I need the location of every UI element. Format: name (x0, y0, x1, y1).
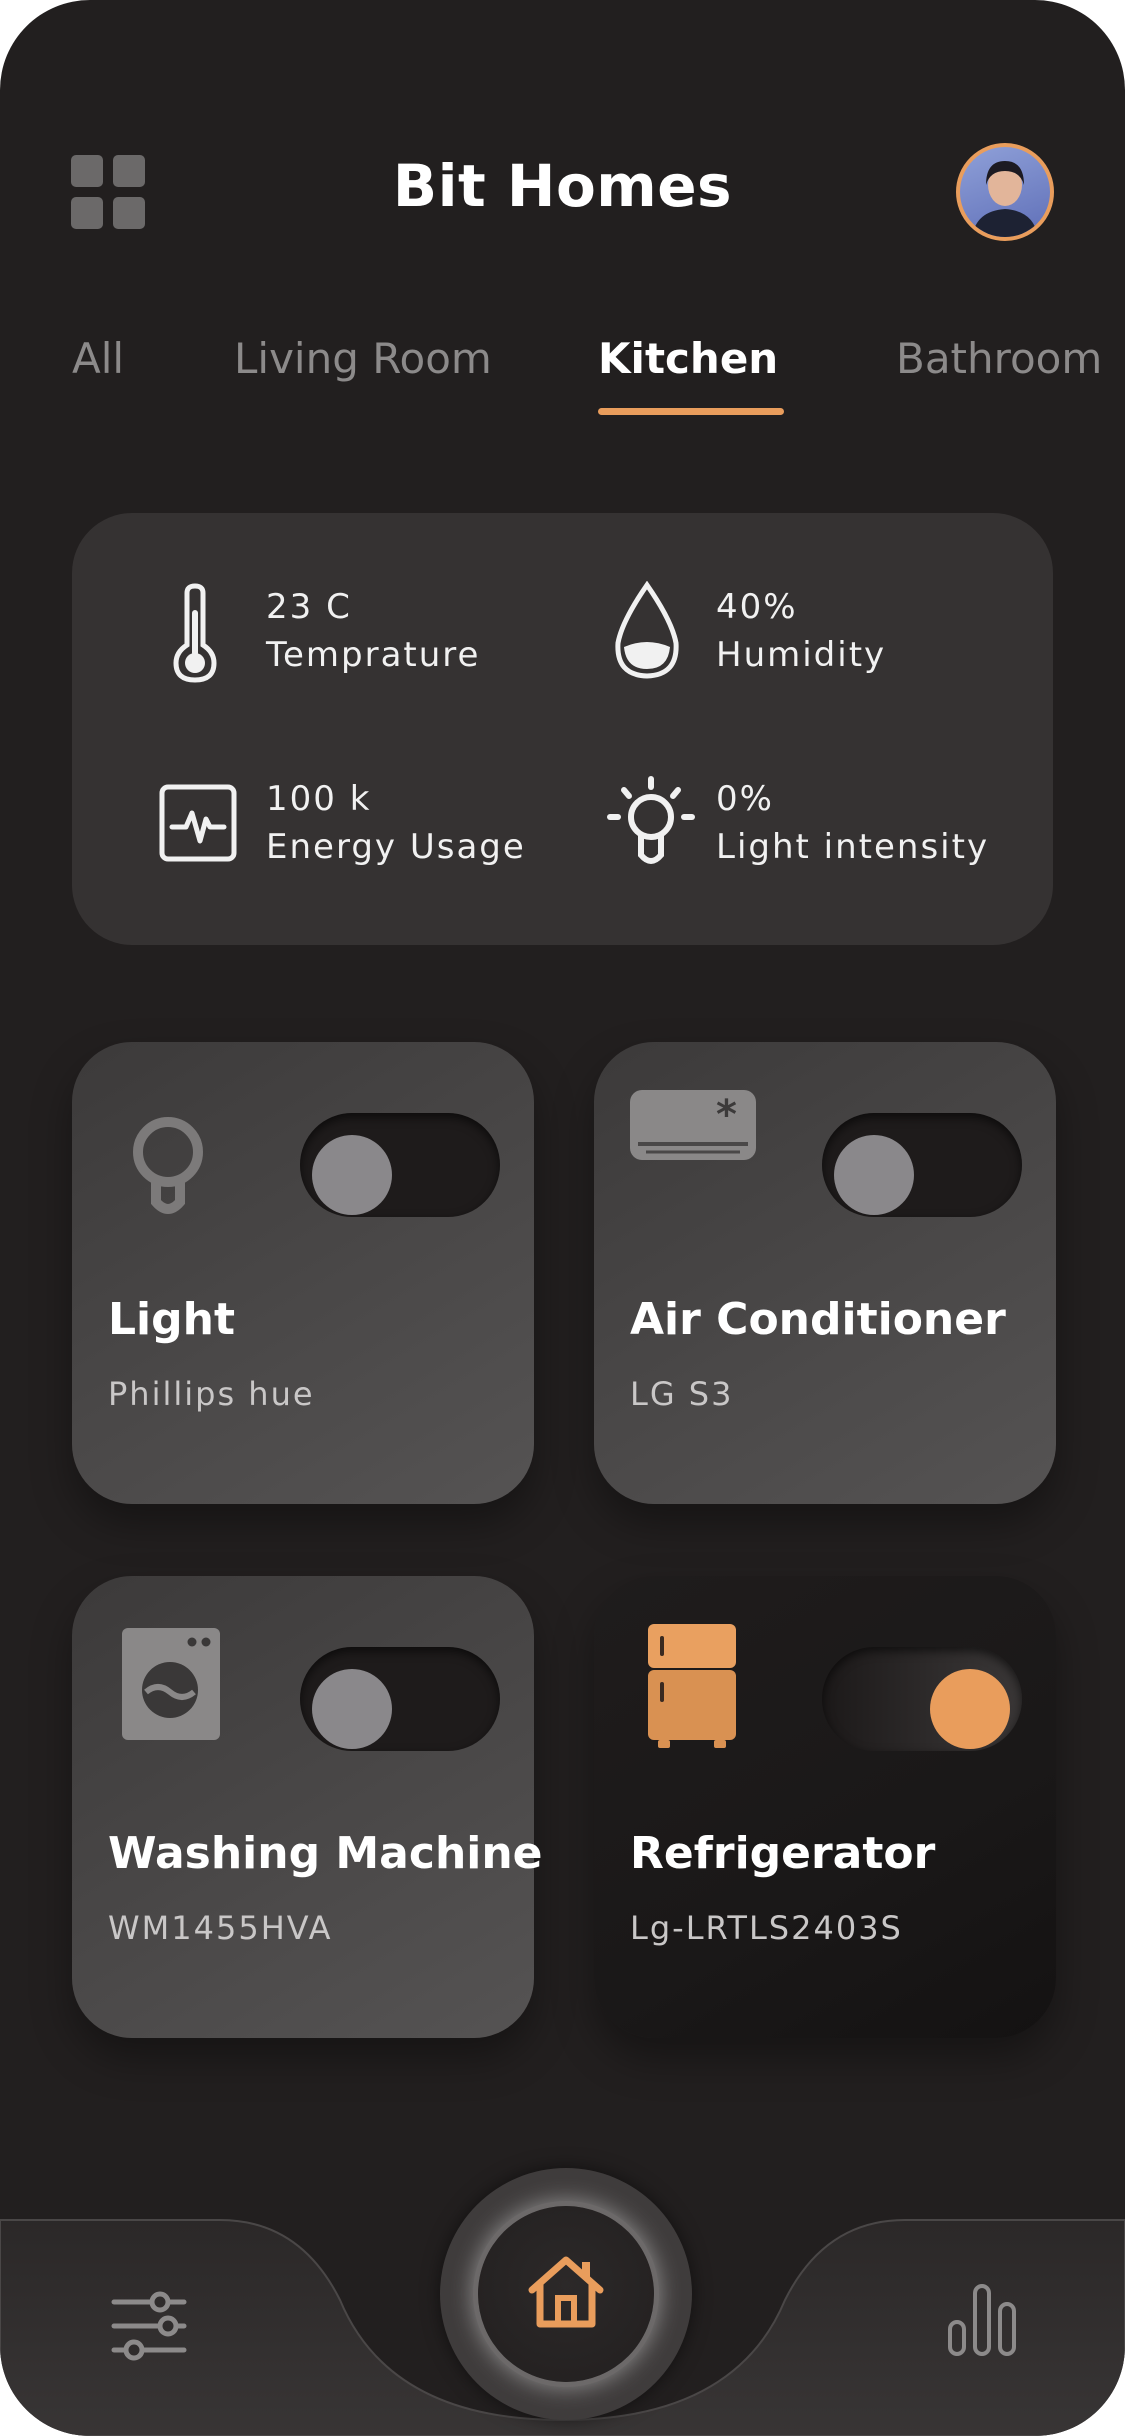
stat-label: Light intensity (716, 827, 990, 867)
air-conditioner-icon: * (630, 1090, 756, 1160)
device-card-refrigerator[interactable]: Refrigerator Lg-LRTLS2403S (594, 1576, 1056, 2038)
refrigerator-power-toggle[interactable] (822, 1647, 1022, 1751)
washing-machine-power-toggle[interactable] (300, 1647, 500, 1751)
device-model: LG S3 (630, 1375, 734, 1413)
active-tab-indicator (598, 408, 784, 415)
tab-all[interactable]: All (72, 334, 124, 383)
sliders-icon[interactable] (110, 2290, 188, 2362)
tab-kitchen[interactable]: Kitchen (598, 334, 778, 383)
phone-screen: Bit Homes All Living Room Kitchen Bathro… (0, 0, 1125, 2436)
tab-living-room[interactable]: Living Room (234, 334, 492, 383)
device-card-washing-machine[interactable]: Washing Machine WM1455HVA (72, 1576, 543, 2038)
home-button[interactable] (440, 2168, 692, 2420)
stat-label: Humidity (716, 635, 887, 675)
device-model: WM1455HVA (108, 1909, 333, 1947)
refrigerator-icon (648, 1624, 736, 1748)
svg-text:*: * (716, 1092, 737, 1138)
light-power-toggle[interactable] (300, 1113, 500, 1217)
air-conditioner-power-toggle[interactable] (822, 1113, 1022, 1217)
stat-value: 0% (716, 779, 774, 819)
device-name: Air Conditioner (630, 1294, 1006, 1345)
home-icon (528, 2256, 604, 2328)
device-model: Lg-LRTLS2403S (630, 1909, 903, 1947)
pulse-icon (159, 784, 237, 862)
stat-label: Energy Usage (266, 827, 526, 867)
device-name: Washing Machine (108, 1828, 543, 1879)
device-name: Refrigerator (630, 1828, 936, 1879)
water-drop-icon (615, 581, 679, 679)
device-card-light[interactable]: Light Phillips hue (72, 1042, 534, 1504)
avatar[interactable] (956, 143, 1054, 241)
device-card-air-conditioner[interactable]: * Air Conditioner LG S3 (594, 1042, 1056, 1504)
washing-machine-icon (122, 1628, 220, 1740)
stat-value: 23 C (266, 587, 352, 627)
device-name: Light (108, 1294, 235, 1345)
stat-value: 100 k (266, 779, 372, 819)
device-model: Phillips hue (108, 1375, 315, 1413)
room-stats-card: 23 C Temprature 40% Humidity 100 k Energ… (72, 513, 1053, 945)
avatar-person-icon (972, 161, 1038, 237)
bar-chart-icon[interactable] (946, 2262, 1018, 2358)
stat-label: Temprature (266, 635, 481, 675)
lightbulb-rays-icon (607, 776, 695, 864)
stat-value: 40% (716, 587, 798, 627)
thermometer-icon (173, 583, 217, 683)
tab-bathroom[interactable]: Bathroom (896, 334, 1102, 383)
lightbulb-icon (133, 1117, 203, 1214)
home-button-inner (478, 2206, 654, 2382)
